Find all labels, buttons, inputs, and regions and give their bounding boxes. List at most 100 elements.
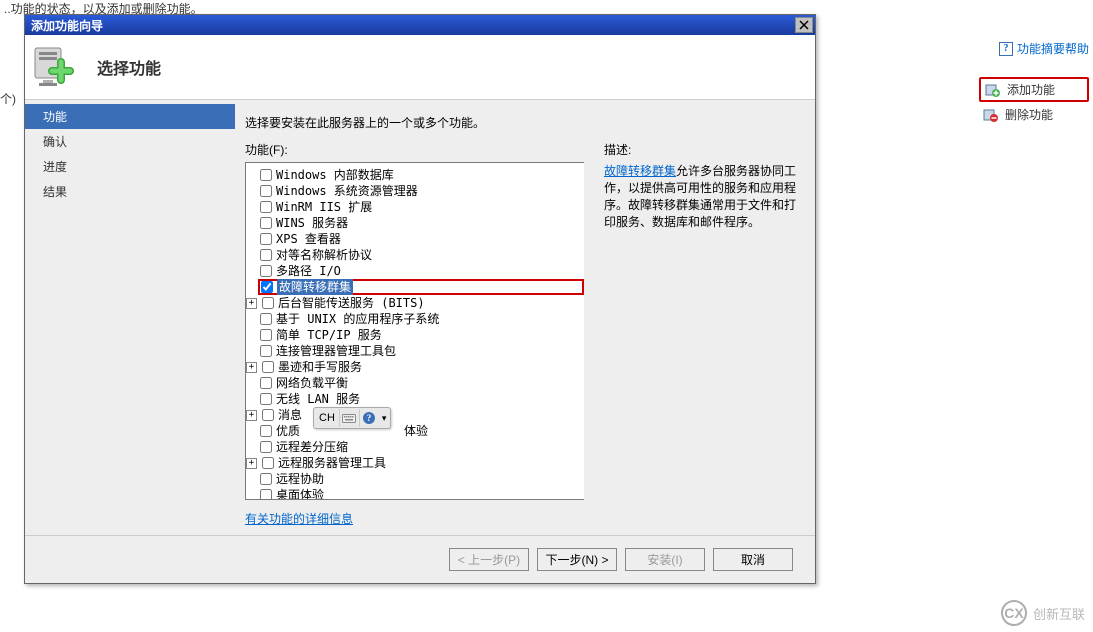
install-button: 安装(I): [625, 548, 705, 571]
feature-checkbox[interactable]: [260, 185, 272, 197]
feature-label: XPS 查看器: [276, 231, 341, 247]
feature-label: 后台智能传送服务 (BITS): [278, 295, 425, 311]
feature-label: 远程服务器管理工具: [278, 455, 386, 471]
feature-item[interactable]: + 墨迹和手写服务: [246, 359, 584, 375]
help-link[interactable]: ? 功能摘要帮助: [909, 40, 1089, 57]
right-actions-panel: ? 功能摘要帮助 添加功能 删除功能: [909, 40, 1089, 127]
feature-checkbox[interactable]: [262, 409, 274, 421]
expand-icon[interactable]: +: [246, 410, 257, 421]
feature-checkbox[interactable]: [260, 345, 272, 357]
dialog-titlebar[interactable]: 添加功能向导: [25, 15, 815, 35]
dialog-header: 选择功能: [25, 35, 815, 100]
feature-item[interactable]: Windows 系统资源管理器: [260, 183, 584, 199]
feature-checkbox[interactable]: [260, 425, 272, 437]
close-icon: [799, 20, 809, 30]
dialog-header-title: 选择功能: [97, 55, 161, 79]
feature-item[interactable]: XPS 查看器: [260, 231, 584, 247]
description-label: 描述:: [604, 141, 799, 158]
feature-item[interactable]: + 远程服务器管理工具: [246, 455, 584, 471]
watermark-text: 创新互联: [1033, 604, 1085, 623]
feature-item[interactable]: 多路径 I/O: [260, 263, 584, 279]
close-button[interactable]: [795, 17, 813, 33]
feature-item[interactable]: 对等名称解析协议: [260, 247, 584, 263]
feature-checkbox[interactable]: [260, 329, 272, 341]
feature-checkbox[interactable]: [262, 457, 274, 469]
feature-checkbox[interactable]: [260, 265, 272, 277]
feature-checkbox[interactable]: [260, 201, 272, 213]
ime-toolbar[interactable]: CH ? ▾: [313, 407, 391, 429]
feature-item[interactable]: 桌面体验: [260, 487, 584, 500]
feature-item[interactable]: 无线 LAN 服务: [260, 391, 584, 407]
ime-expand-button[interactable]: ▾: [379, 413, 390, 424]
description-link[interactable]: 故障转移群集: [604, 164, 676, 178]
feature-label-suffix: 体验: [404, 423, 428, 439]
remove-feature-label: 删除功能: [1005, 106, 1053, 123]
svg-text:?: ?: [367, 413, 372, 423]
feature-item[interactable]: WinRM IIS 扩展: [260, 199, 584, 215]
sidebar-step-result[interactable]: 结果: [25, 179, 235, 204]
question-icon: ?: [362, 411, 376, 425]
dialog-title: 添加功能向导: [31, 17, 103, 34]
feature-label: 墨迹和手写服务: [278, 359, 362, 375]
sidebar-step-features[interactable]: 功能: [25, 104, 235, 129]
feature-item[interactable]: 网络负载平衡: [260, 375, 584, 391]
sidebar-step-confirm[interactable]: 确认: [25, 129, 235, 154]
feature-item[interactable]: +消息: [246, 407, 584, 423]
feature-label: Windows 系统资源管理器: [276, 183, 418, 199]
feature-label: 对等名称解析协议: [276, 247, 372, 263]
watermark-logo: CX: [1001, 600, 1027, 626]
add-feature-icon: [985, 82, 1001, 98]
wizard-icon: [33, 42, 83, 92]
feature-checkbox[interactable]: [260, 489, 272, 500]
features-label: 功能(F):: [245, 141, 584, 158]
feature-checkbox[interactable]: [261, 281, 273, 293]
feature-checkbox[interactable]: [262, 361, 274, 373]
feature-checkbox[interactable]: [262, 297, 274, 309]
ime-keyboard-button[interactable]: [339, 409, 359, 427]
feature-label: 简单 TCP/IP 服务: [276, 327, 382, 343]
feature-checkbox[interactable]: [260, 441, 272, 453]
feature-checkbox[interactable]: [260, 313, 272, 325]
feature-item[interactable]: WINS 服务器: [260, 215, 584, 231]
help-icon: ?: [999, 42, 1013, 56]
remove-feature-icon: [983, 107, 999, 123]
feature-item[interactable]: 优质体验: [260, 423, 584, 439]
expand-icon[interactable]: +: [246, 298, 257, 309]
feature-label: 基于 UNIX 的应用程序子系统: [276, 311, 439, 327]
feature-checkbox[interactable]: [260, 217, 272, 229]
feature-checkbox[interactable]: [260, 249, 272, 261]
dialog-content: 选择要安装在此服务器上的一个或多个功能。 功能(F): Windows 内部数据…: [235, 100, 815, 535]
dialog-body: 功能 确认 进度 结果 选择要安装在此服务器上的一个或多个功能。 功能(F): …: [25, 100, 815, 535]
add-feature-action[interactable]: 添加功能: [979, 77, 1089, 102]
ime-help-button[interactable]: ?: [359, 409, 379, 427]
feature-label: 桌面体验: [276, 487, 324, 500]
feature-item[interactable]: 故障转移群集: [258, 279, 584, 295]
feature-label: 网络负载平衡: [276, 375, 348, 391]
feature-checkbox[interactable]: [260, 473, 272, 485]
feature-item[interactable]: 远程差分压缩: [260, 439, 584, 455]
feature-item[interactable]: 远程协助: [260, 471, 584, 487]
feature-checkbox[interactable]: [260, 393, 272, 405]
feature-checkbox[interactable]: [260, 169, 272, 181]
remove-feature-action[interactable]: 删除功能: [979, 104, 1089, 125]
watermark: CX 创新互联: [1001, 600, 1085, 626]
expand-icon[interactable]: +: [246, 458, 257, 469]
cancel-button[interactable]: 取消: [713, 548, 793, 571]
feature-details-link[interactable]: 有关功能的详细信息: [245, 510, 353, 527]
feature-item[interactable]: + 后台智能传送服务 (BITS): [246, 295, 584, 311]
feature-checkbox[interactable]: [260, 377, 272, 389]
ime-language-label[interactable]: CH: [315, 412, 339, 424]
expand-icon[interactable]: +: [246, 362, 257, 373]
wizard-steps-sidebar: 功能 确认 进度 结果: [25, 100, 235, 535]
keyboard-icon: [342, 412, 356, 424]
feature-item[interactable]: 连接管理器管理工具包: [260, 343, 584, 359]
feature-item[interactable]: 基于 UNIX 的应用程序子系统: [260, 311, 584, 327]
next-button[interactable]: 下一步(N) >: [537, 548, 617, 571]
feature-description: 故障转移群集允许多台服务器协同工作，以提供高可用性的服务和应用程序。故障转移群集…: [604, 162, 799, 230]
feature-item[interactable]: Windows 内部数据库: [260, 167, 584, 183]
feature-item[interactable]: 简单 TCP/IP 服务: [260, 327, 584, 343]
feature-checkbox[interactable]: [260, 233, 272, 245]
feature-label: 无线 LAN 服务: [276, 391, 360, 407]
sidebar-step-progress[interactable]: 进度: [25, 154, 235, 179]
features-list[interactable]: Windows 内部数据库Windows 系统资源管理器WinRM IIS 扩展…: [245, 162, 584, 500]
